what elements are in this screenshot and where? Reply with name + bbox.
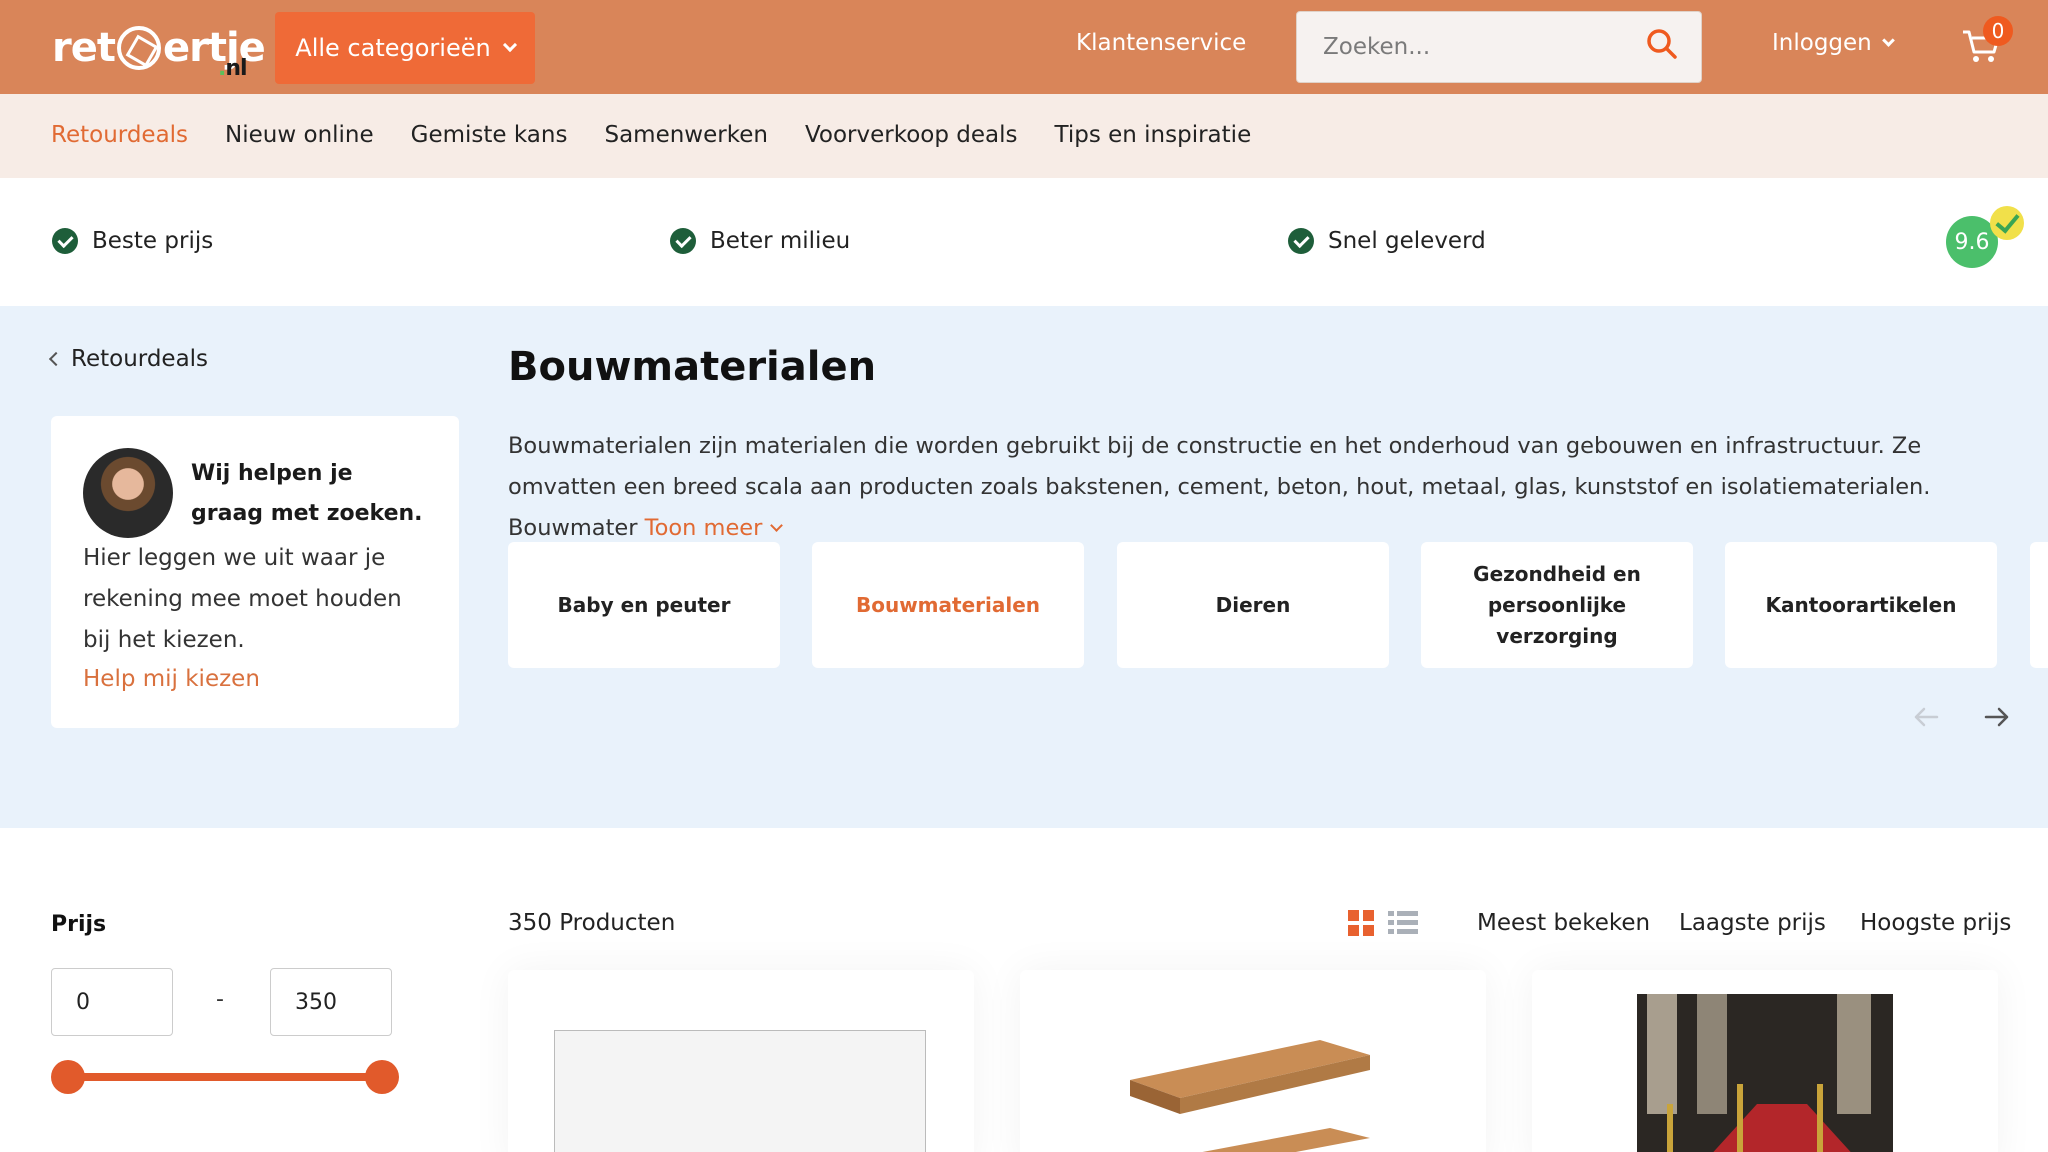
product-card[interactable] <box>1020 970 1486 1152</box>
check-icon <box>670 228 696 254</box>
category-subnav: Retourdeals Nieuw online Gemiste kans Sa… <box>0 94 2048 178</box>
cart-count-badge: 0 <box>1983 16 2013 46</box>
price-slider-min-handle[interactable] <box>51 1060 85 1094</box>
usp-label: Snel geleverd <box>1328 228 1486 254</box>
login-menu[interactable]: Inloggen <box>1772 30 1895 56</box>
site-logo[interactable]: ret ertje .nl <box>52 16 266 81</box>
check-icon <box>1288 228 1314 254</box>
page-title: Bouwmaterialen <box>508 344 877 390</box>
category-card[interactable]: Kantoorartikelen <box>1725 542 1997 668</box>
price-filter-title: Prijs <box>51 912 107 937</box>
product-image <box>554 1030 926 1152</box>
chevron-down-icon <box>770 519 784 532</box>
help-me-choose-link[interactable]: Help mij kiezen <box>83 666 260 692</box>
arrow-left-icon[interactable] <box>1911 702 1941 732</box>
back-link[interactable]: Retourdeals <box>48 346 209 372</box>
logo-text-ret: ret <box>52 25 116 71</box>
help-card: Wij helpen je graag met zoeken. Hier leg… <box>51 416 459 728</box>
grid-view-icon[interactable] <box>1348 910 1374 936</box>
login-label: Inloggen <box>1772 30 1872 56</box>
subnav-item-tips-en-inspiratie[interactable]: Tips en inspiratie <box>1055 122 1252 148</box>
top-header: ret ertje .nl Alle categorieën Klantenser… <box>0 0 2048 94</box>
chevron-down-icon <box>1881 33 1895 47</box>
category-card-active[interactable]: Bouwmaterialen <box>812 542 1084 668</box>
search-input[interactable] <box>1297 12 1637 82</box>
help-card-text: Hier leggen we uit waar je rekening mee … <box>83 545 402 653</box>
category-card[interactable]: Baby en peuter <box>508 542 780 668</box>
all-categories-label: Alle categorieën <box>295 34 491 62</box>
help-card-title: Wij helpen je graag met zoeken. <box>191 461 423 526</box>
logo-suffix: .nl <box>218 56 248 81</box>
sort-most-viewed[interactable]: Meest bekeken <box>1477 910 1650 936</box>
chevron-down-icon <box>502 37 517 53</box>
logo-box-icon <box>116 26 161 70</box>
chevron-left-icon <box>48 351 64 367</box>
product-image <box>1130 1040 1370 1152</box>
search-icon[interactable] <box>1646 28 1678 60</box>
back-link-label: Retourdeals <box>71 346 209 372</box>
price-max-input[interactable]: 350 <box>270 968 392 1036</box>
price-slider-track[interactable] <box>66 1073 382 1081</box>
subnav-item-voorverkoop-deals[interactable]: Voorverkoop deals <box>805 122 1018 148</box>
product-image <box>1637 994 1893 1152</box>
arrow-right-icon[interactable] <box>1982 702 2012 732</box>
show-more-label: Toon meer <box>644 515 763 541</box>
usp-item: Beter milieu <box>670 228 850 254</box>
product-count: 350 Producten <box>508 910 676 936</box>
show-more-link[interactable]: Toon meer <box>644 515 784 541</box>
category-card[interactable]: Dieren <box>1117 542 1389 668</box>
category-card[interactable]: Gezondheid en persoonlijke verzorging <box>1421 542 1693 668</box>
subnav-item-gemiste-kans[interactable]: Gemiste kans <box>411 122 568 148</box>
usp-label: Beste prijs <box>92 228 214 254</box>
subnav-item-retourdeals[interactable]: Retourdeals <box>51 122 188 148</box>
product-card[interactable] <box>508 970 974 1152</box>
logo-text-ertje: ertje <box>162 25 266 71</box>
subnav-item-nieuw-online[interactable]: Nieuw online <box>225 122 374 148</box>
category-card-partial[interactable] <box>2030 542 2048 668</box>
rating-checkmark-icon <box>1990 206 2024 240</box>
usp-bar: Beste prijs Beter milieu Snel geleverd <box>0 178 2048 306</box>
list-view-icon[interactable] <box>1388 910 1418 936</box>
subnav-item-samenwerken[interactable]: Samenwerken <box>604 122 767 148</box>
usp-label: Beter milieu <box>710 228 851 254</box>
category-hero: Retourdeals Wij helpen je graag met zoek… <box>0 306 2048 828</box>
check-icon <box>52 228 78 254</box>
sort-highest-price[interactable]: Hoogste prijs <box>1860 910 2011 936</box>
usp-item: Snel geleverd <box>1288 228 1486 254</box>
price-min-input[interactable]: 0 <box>51 968 173 1036</box>
search-box <box>1296 11 1702 83</box>
sort-lowest-price[interactable]: Laagste prijs <box>1679 910 1826 936</box>
all-categories-button[interactable]: Alle categorieën <box>275 12 535 84</box>
product-card[interactable] <box>1532 970 1998 1152</box>
customer-service-link[interactable]: Klantenservice <box>1076 30 1246 56</box>
price-separator: - <box>216 987 224 1012</box>
avatar <box>83 448 173 538</box>
price-slider-max-handle[interactable] <box>365 1060 399 1094</box>
usp-item: Beste prijs <box>52 228 213 254</box>
category-description: Bouwmaterialen zijn materialen die worde… <box>508 426 1948 549</box>
